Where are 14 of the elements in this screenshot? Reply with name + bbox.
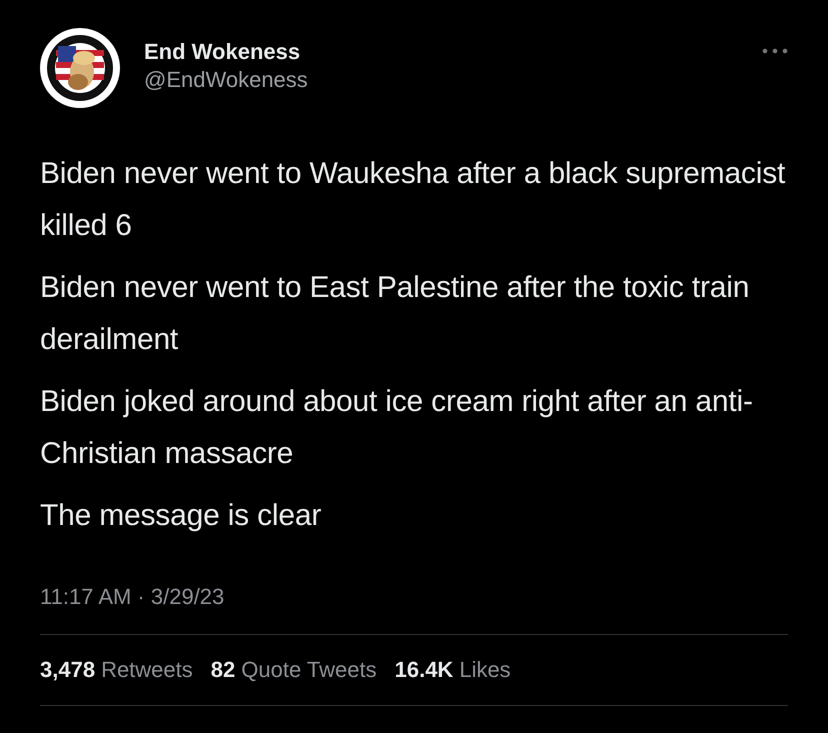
tweet-text: Biden never went to East Palestine after the toxic train derailment	[40, 270, 750, 358]
stat-label[interactable]: Retweets	[101, 657, 193, 695]
stat-count[interactable]: 82	[210, 657, 236, 695]
timestamp[interactable]: 11:17 AM · 3/29/23	[40, 584, 224, 610]
tweet-text: Biden joked around about ice cream right after an anti-Christian massacre	[40, 384, 754, 472]
stat-label[interactable]: Likes	[459, 657, 511, 695]
author-name[interactable]: End Wokeness	[144, 38, 300, 66]
author-handle[interactable]: @EndWokeness	[144, 66, 308, 94]
stat-count[interactable]: 3,478	[40, 657, 96, 695]
tweet-text: The message is clear	[40, 498, 322, 534]
stat-count[interactable]: 16.4K	[394, 657, 454, 695]
more-icon[interactable]	[762, 48, 788, 54]
stat-label[interactable]: Quote Tweets	[241, 657, 377, 695]
tweet-text: Biden never went to Waukesha after a black supremacist killed 6	[40, 156, 786, 244]
